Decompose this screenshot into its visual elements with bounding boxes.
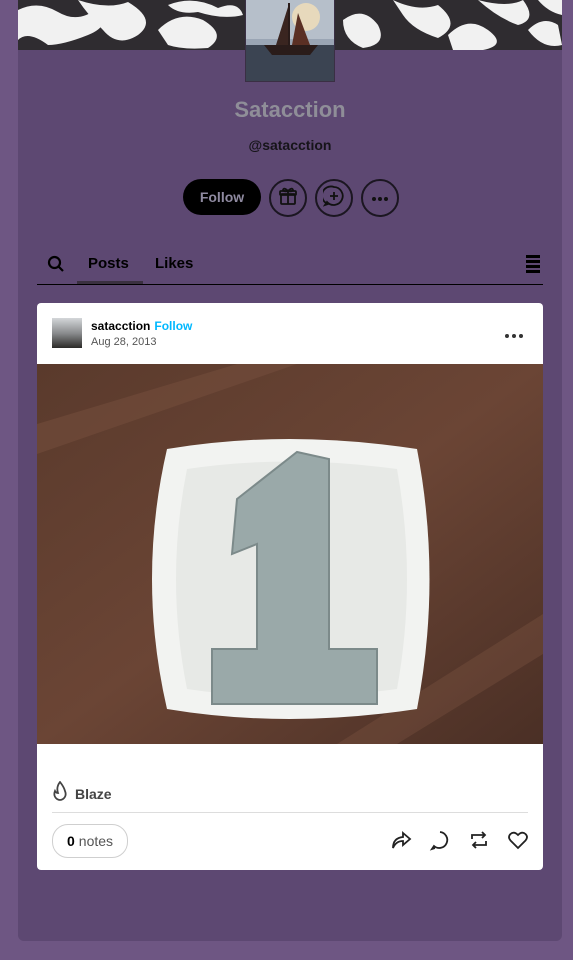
blog-panel: Satacction @satacction Follow Posts Like… [18,0,562,941]
post-author: satacction Follow [91,319,192,333]
notes-label: notes [78,833,114,849]
post-divider [52,812,528,813]
more-icon [371,189,389,207]
tab-likes[interactable]: Likes [155,255,193,272]
add-chat-icon [321,185,345,212]
reply-icon[interactable] [429,829,451,851]
reblog-icon[interactable] [468,829,490,851]
flame-icon [51,780,69,806]
layout-icon[interactable] [526,255,540,278]
notes-button[interactable]: 0 notes [52,824,129,858]
blaze-button[interactable]: Blaze [51,780,112,806]
blog-handle: @satacction [248,137,332,153]
blog-title: Satacction [234,97,346,122]
add-chat-button[interactable] [315,179,353,217]
gift-icon [278,186,298,211]
post-card: satacction Follow Aug 28, 2013 Blaze 0 n… [37,303,543,870]
tab-posts[interactable]: Posts [88,255,129,272]
blog-actions: Follow [183,179,399,217]
gift-button[interactable] [269,179,307,217]
blog-avatar[interactable] [245,0,335,82]
search-icon[interactable] [47,255,65,278]
post-author-name[interactable]: satacction [91,319,150,333]
active-tab-indicator [77,281,143,284]
share-icon[interactable] [390,829,412,851]
post-author-avatar[interactable] [52,318,82,348]
post-actions [390,829,529,851]
notes-count: 0 [67,833,75,849]
more-options-button[interactable] [361,179,399,217]
post-date: Aug 28, 2013 [91,336,157,348]
blaze-label: Blaze [75,785,112,802]
more-horizontal-icon[interactable] [505,325,523,343]
blog-tabs: Posts Likes [37,246,543,285]
post-follow-link[interactable]: Follow [154,319,192,333]
heart-icon[interactable] [507,829,529,851]
follow-button[interactable]: Follow [183,179,261,215]
post-photo[interactable] [37,364,543,744]
